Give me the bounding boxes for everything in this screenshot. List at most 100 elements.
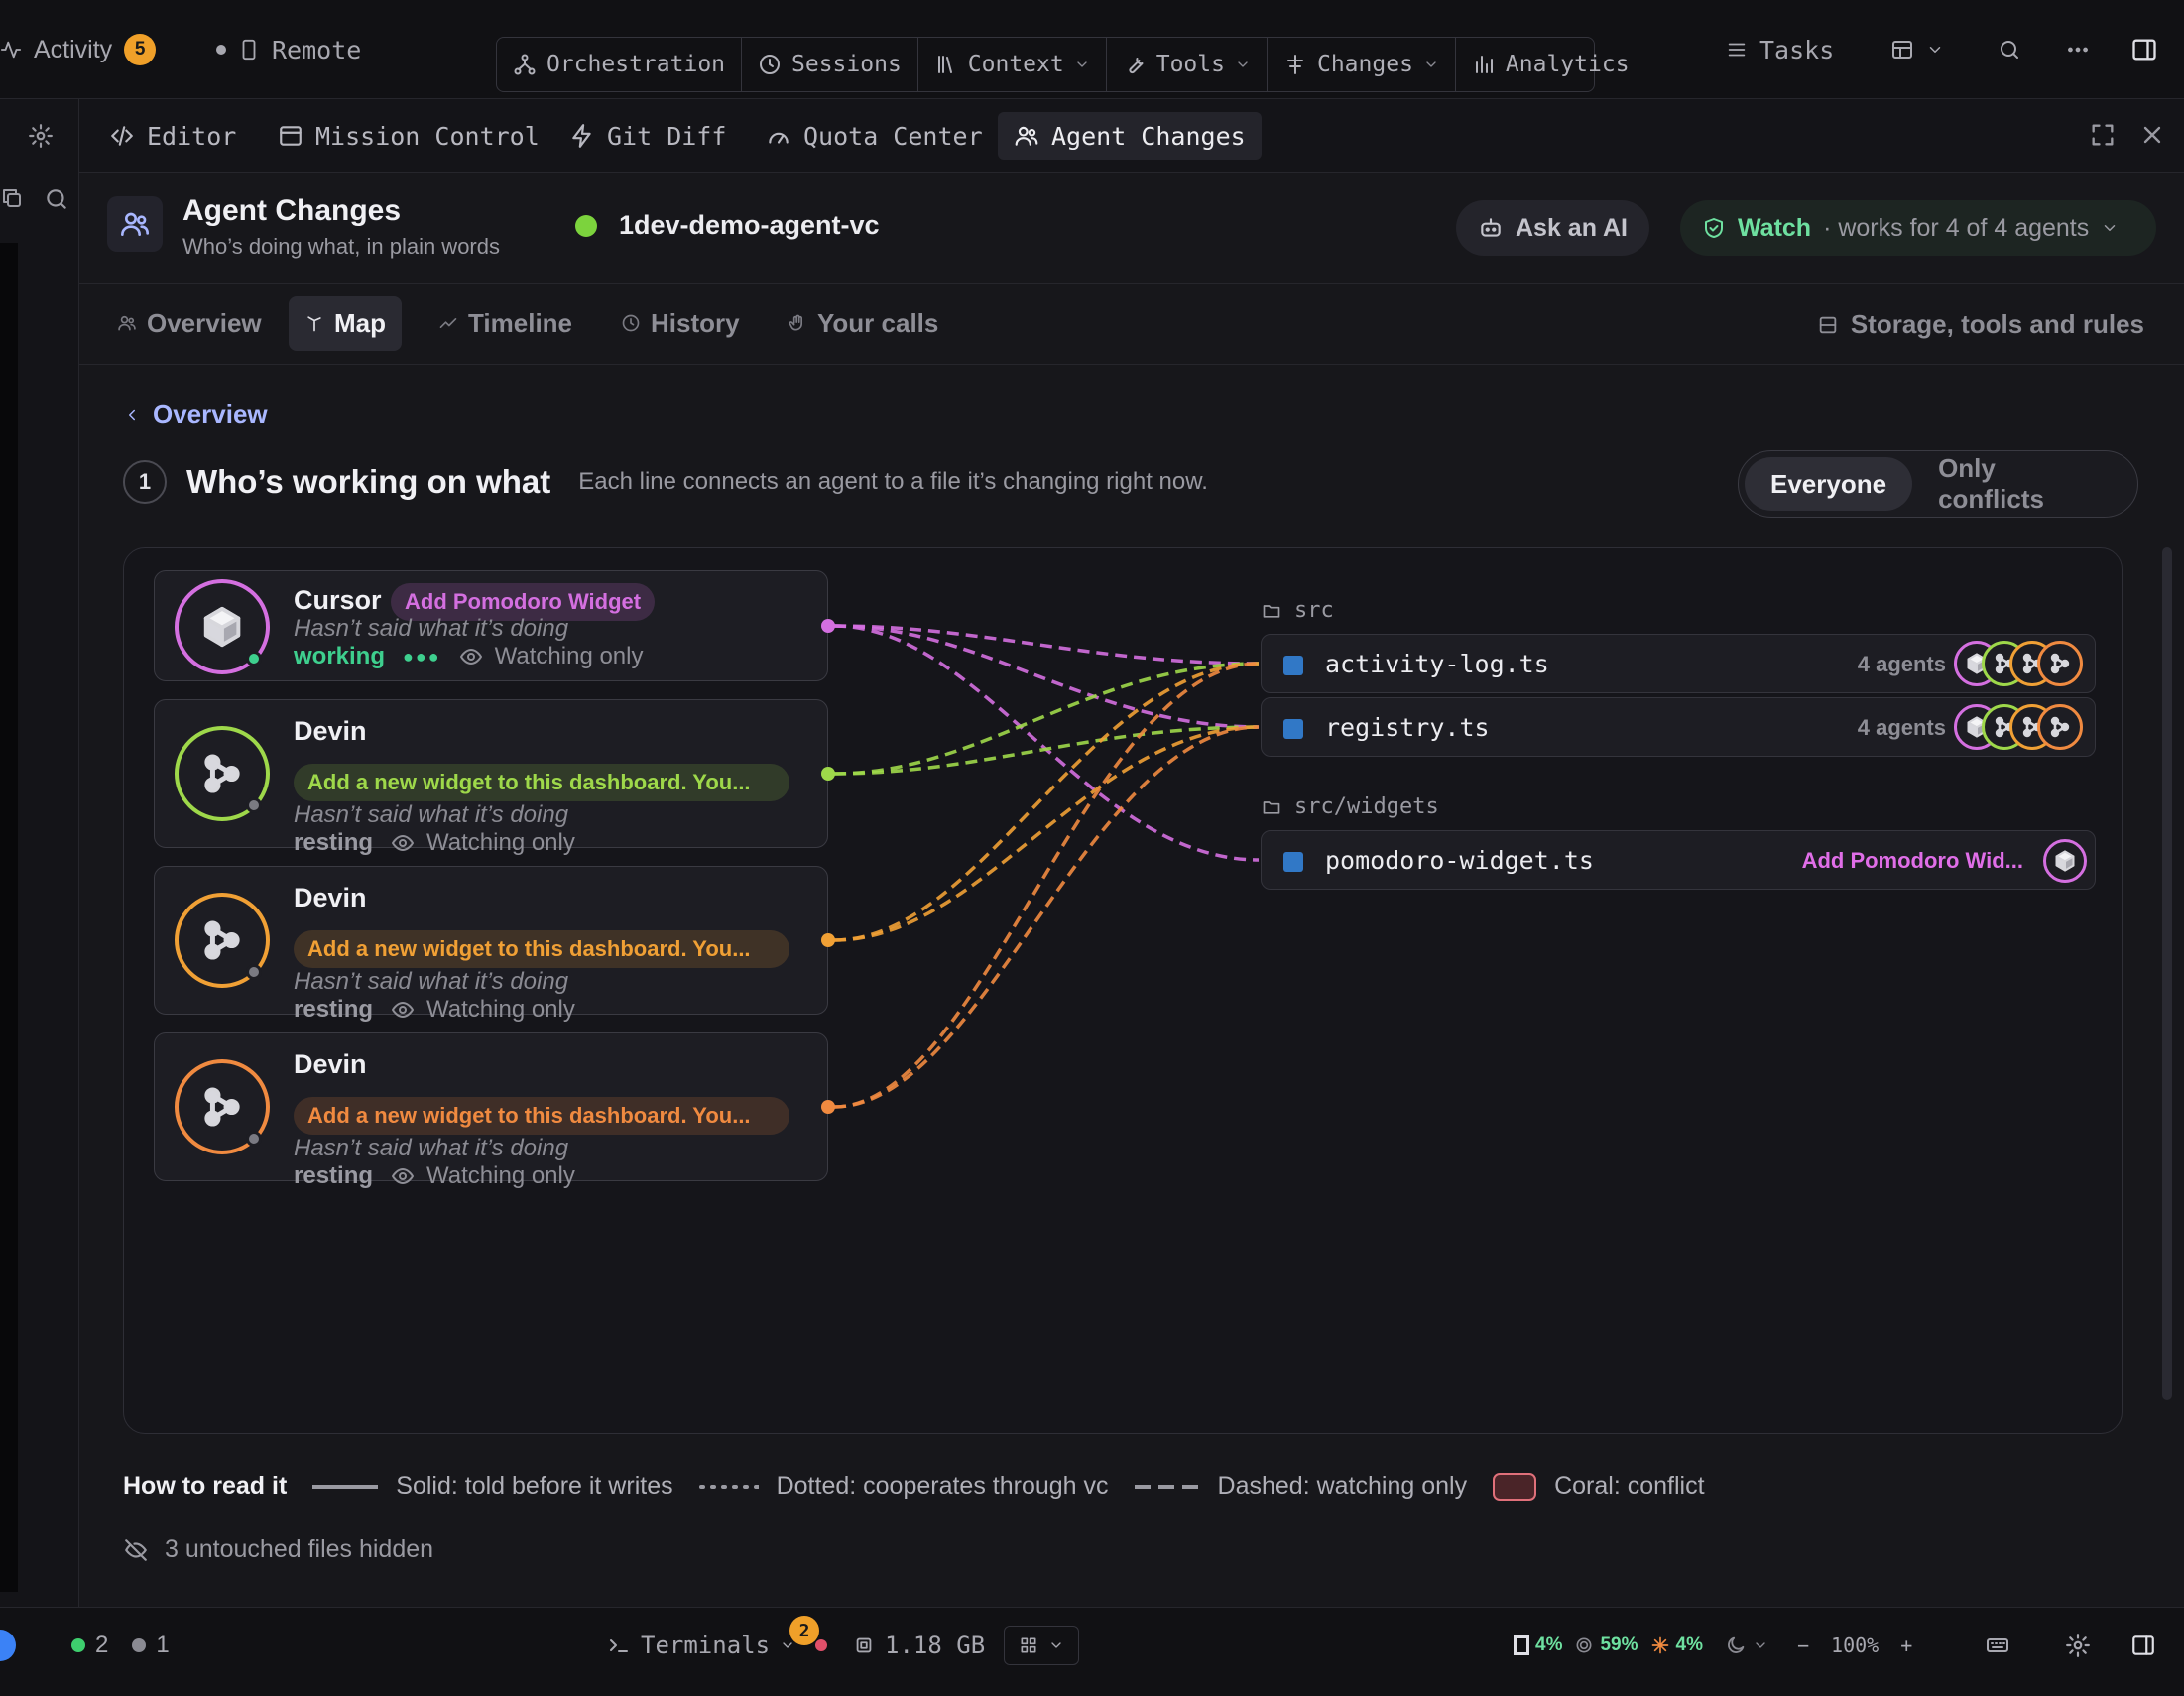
top-nav-label: Changes: [1316, 52, 1413, 77]
tab-quota-center[interactable]: Quota Center: [750, 112, 999, 160]
view-tabs: Storage, tools and rules Overview Map Time…: [79, 284, 2184, 365]
agent-mode-label: Watching only: [494, 643, 644, 669]
top-nav-analytics[interactable]: Analytics: [1456, 38, 1645, 91]
view-tab-overview[interactable]: Overview: [101, 296, 278, 351]
gray-status-dot: [132, 1638, 147, 1652]
keyboard-icon: [1984, 1634, 2011, 1657]
agent-state: resting: [294, 996, 374, 1023]
search-icon[interactable]: [44, 186, 69, 212]
bolt-icon: [569, 123, 595, 149]
top-nav-changes[interactable]: Changes: [1268, 38, 1456, 91]
hidden-files-label: 3 untouched files hidden: [165, 1535, 434, 1563]
top-nav-context[interactable]: Context: [918, 38, 1107, 91]
agent-mode-label: Watching only: [426, 1162, 575, 1189]
view-tab-your-calls[interactable]: Your calls: [772, 296, 954, 351]
sidebar-icon: [2130, 36, 2158, 63]
close-icon[interactable]: [2138, 121, 2166, 149]
agent-intent-text: Hasn’t said what it’s doing: [294, 615, 569, 642]
view-tab-history[interactable]: History: [605, 296, 756, 351]
folder-name: src/widgets: [1294, 794, 1439, 819]
filter-everyone[interactable]: Everyone: [1745, 457, 1913, 511]
agent-state: resting: [294, 1162, 374, 1189]
agent-card[interactable]: Devin Add a new widget to this dashboard.…: [154, 866, 828, 1023]
view-tab-timeline[interactable]: Timeline: [423, 296, 588, 351]
file-row[interactable]: activity-log.ts 4 agents: [1261, 634, 2096, 693]
cube-icon: [199, 604, 245, 650]
agent-connection-port: [821, 619, 835, 633]
moon-icon: [1725, 1635, 1747, 1656]
storage-tools-rules-link[interactable]: Storage, tools and rules: [1817, 309, 2144, 340]
agent-card[interactable]: Cursor Add Pomodoro Widget Hasn’t said wha…: [154, 570, 828, 681]
agent-avatar: [175, 1059, 270, 1154]
chip-icon: [853, 1635, 875, 1656]
ask-ai-button[interactable]: Ask an AI: [1456, 200, 1650, 256]
agent-card[interactable]: Devin Add a new widget to this dashboard.…: [154, 1032, 828, 1189]
toggle-sidebar-button[interactable]: [2130, 0, 2158, 99]
agent-mode: Watching only: [391, 1162, 575, 1190]
file-row[interactable]: pomodoro-widget.ts Add Pomodoro Wid...: [1261, 830, 2096, 890]
devin-icon: [2048, 715, 2072, 739]
terminals-label: Terminals: [641, 1632, 771, 1659]
dotted-line-swatch: [698, 1484, 759, 1489]
tab-git-diff[interactable]: Git Diff: [553, 112, 742, 160]
account-indicator[interactable]: [0, 1608, 16, 1683]
view-tab-label: History: [651, 307, 740, 338]
agent-name: Cursor: [294, 585, 382, 615]
agent-name: Devin: [294, 1049, 367, 1079]
view-tab-label: Overview: [147, 307, 262, 338]
settings-button[interactable]: [2065, 1608, 2091, 1683]
layout-dropdown[interactable]: [1890, 0, 1944, 99]
ask-ai-label: Ask an AI: [1516, 213, 1629, 242]
tab-mission-control[interactable]: Mission Control: [262, 112, 555, 160]
activity-button[interactable]: Activity 5: [0, 0, 157, 99]
top-nav-orchestration[interactable]: Orchestration: [497, 38, 743, 91]
agent-avatar: [175, 579, 270, 674]
more-button[interactable]: [2065, 0, 2091, 99]
section-title: Who’s working on what: [186, 463, 551, 500]
usage-meters[interactable]: 4% 59% 4%: [1514, 1608, 1768, 1683]
caret-down-icon: [1753, 1637, 1768, 1653]
hidden-files-note[interactable]: 3 untouched files hidden: [123, 1535, 433, 1564]
project-indicator: 1dev-demo-agent-vc: [575, 210, 880, 241]
agent-card[interactable]: Devin Add a new widget to this dashboard.…: [154, 699, 828, 856]
search-button[interactable]: [1998, 0, 2021, 99]
map-icon: [304, 313, 324, 333]
agent-state-row: resting Watching only: [294, 996, 575, 1024]
top-nav-sessions[interactable]: Sessions: [742, 38, 918, 91]
tab-editor[interactable]: Editor: [93, 112, 252, 160]
page-title: Agent Changes: [182, 194, 402, 227]
map-scrollbar[interactable]: [2162, 547, 2172, 1400]
agent-task-badge[interactable]: Add a new widget to this dashboard. You.…: [294, 930, 789, 968]
view-tab-label: Your calls: [817, 307, 939, 338]
view-tab-map[interactable]: Map: [289, 296, 402, 351]
grid-dropdown[interactable]: [1004, 1626, 1079, 1665]
remote-button[interactable]: Remote: [216, 0, 361, 99]
panel-toggle-button[interactable]: [2130, 1608, 2156, 1683]
devin-icon: [199, 917, 245, 963]
back-to-overview-link[interactable]: Overview: [123, 399, 268, 429]
agent-task-badge[interactable]: Add a new widget to this dashboard. You.…: [294, 1097, 789, 1135]
memory-value: 1.18 GB: [885, 1632, 986, 1659]
left-panel-edge: [0, 243, 18, 1592]
zoom-in-button[interactable]: +: [1900, 1634, 1912, 1657]
watch-dropdown[interactable]: Watch · works for 4 of 4 agents: [1680, 200, 2156, 256]
file-row[interactable]: registry.ts 4 agents: [1261, 697, 2096, 757]
zoom-out-button[interactable]: −: [1797, 1634, 1809, 1657]
tasks-button[interactable]: Tasks: [1726, 0, 1834, 99]
legend-coral: Coral: conflict: [1493, 1472, 1705, 1501]
phone-icon: [238, 37, 260, 62]
filter-only-conflicts[interactable]: Only conflicts: [1912, 453, 2131, 514]
top-nav-tools[interactable]: Tools: [1107, 38, 1268, 91]
agent-task-badge[interactable]: Add a new widget to this dashboard. You.…: [294, 764, 789, 801]
gear-icon[interactable]: [28, 123, 54, 149]
terminals-button[interactable]: Terminals 2: [607, 1608, 828, 1683]
tab-agent-changes[interactable]: Agent Changes: [998, 112, 1262, 160]
folder-icon: [1261, 601, 1282, 621]
keyboard-button[interactable]: [1984, 1608, 2011, 1683]
activity-icon: [0, 39, 22, 61]
sidebar-icon: [2130, 1633, 2156, 1658]
maximize-icon[interactable]: [2089, 121, 2117, 149]
copy-icon[interactable]: [0, 186, 24, 210]
session-counts[interactable]: 2 1: [71, 1608, 170, 1683]
file-agent-avatars: [1954, 704, 2089, 752]
